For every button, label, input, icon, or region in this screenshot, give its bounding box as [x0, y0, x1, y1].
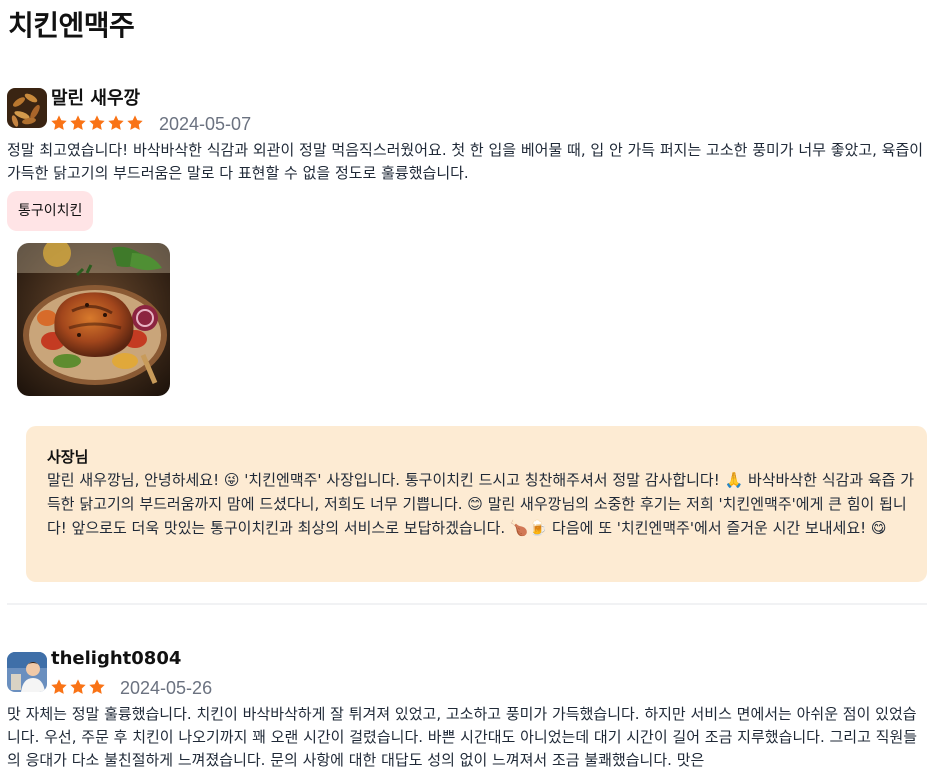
star-icon [88, 114, 106, 132]
owner-reply: 사장님 말린 새우깡님, 안녕하세요! 😜 '치킨엔맥주' 사장입니다. 통구이… [26, 426, 927, 582]
menu-tag[interactable]: 통구이치킨 [7, 191, 94, 231]
star-icon [69, 678, 87, 696]
review-photo[interactable] [17, 243, 170, 396]
star-icon [50, 678, 68, 696]
reply-author: 사장님 [47, 448, 89, 466]
star-rating [50, 678, 106, 696]
review-date: 2024-05-26 [120, 678, 213, 698]
review-username: 말린 새우깡 [51, 88, 141, 109]
star-icon [69, 114, 87, 132]
reply-text: 말린 새우깡님, 안녕하세요! 😜 '치킨엔맥주' 사장입니다. 통구이치킨 드… [47, 471, 915, 537]
review-text: 맛 자체는 정말 훌륭했습니다. 치킨이 바삭바삭하게 잘 튀겨져 있었고, 고… [7, 705, 918, 769]
star-icon [126, 114, 144, 132]
star-icon [107, 114, 125, 132]
review-text: 정말 최고였습니다! 바삭바삭한 식감과 외관이 정말 먹음직스러웠어요. 첫 … [7, 141, 924, 182]
star-rating [50, 114, 144, 132]
star-icon [50, 114, 68, 132]
star-icon [88, 678, 106, 696]
divider [7, 603, 927, 605]
avatar[interactable] [7, 652, 47, 692]
avatar[interactable] [7, 88, 47, 128]
review-username: thelight0804 [51, 648, 182, 669]
page-title: 치킨엔맥주 [8, 9, 135, 42]
review-date: 2024-05-07 [159, 114, 252, 134]
